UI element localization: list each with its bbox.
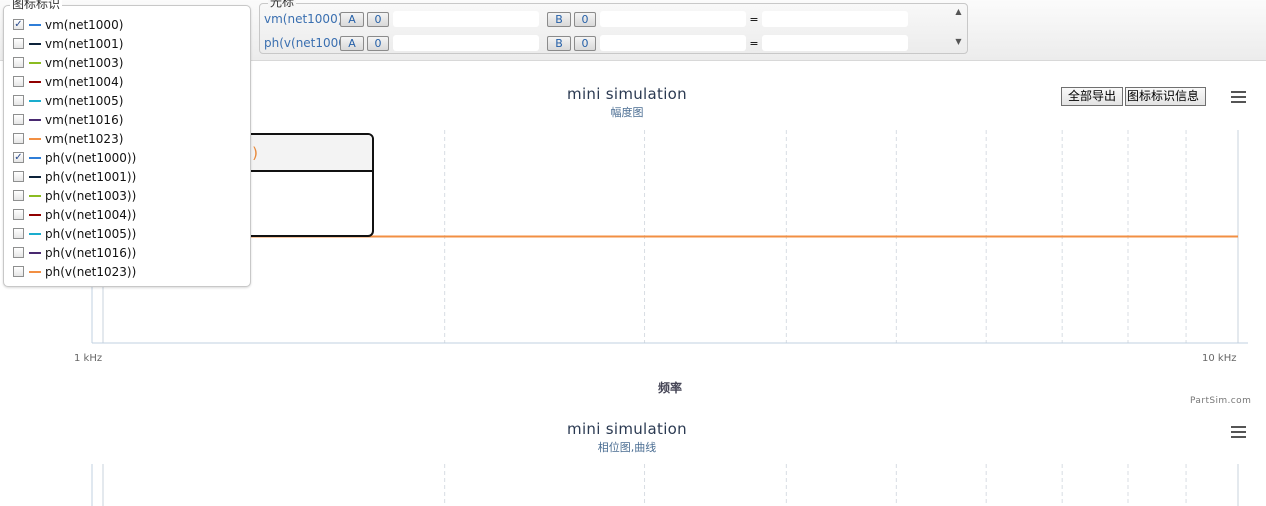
x-tick-label: 10 kHz <box>1202 353 1237 364</box>
legend-item-label: vm(net1005) <box>45 93 124 108</box>
legend-item[interactable]: vm(net1005) <box>12 91 136 110</box>
checkbox-icon[interactable] <box>13 266 24 277</box>
checkbox-icon[interactable] <box>13 209 24 220</box>
checkbox-icon[interactable] <box>13 38 24 49</box>
tooltip-series-name: vm(net1023) <box>232 135 372 172</box>
series-color-swatch <box>29 175 41 178</box>
series-color-swatch <box>29 61 41 64</box>
checkbox-icon[interactable] <box>13 228 24 239</box>
legend-item-label: ph(v(net1004)) <box>45 207 137 222</box>
series-color-swatch <box>29 118 41 121</box>
legend-item-label: ph(v(net1005)) <box>45 226 137 241</box>
x-axis-title: 频率 <box>657 381 682 395</box>
legend-item[interactable]: vm(net1003) <box>12 53 136 72</box>
series-color-swatch <box>29 232 41 235</box>
legend-panel-title: 图标标识 <box>10 0 63 11</box>
legend-item[interactable]: vm(net1004) <box>12 72 136 91</box>
legend-item[interactable]: ph(v(net1005)) <box>12 224 136 243</box>
x-tick-label: 1 kHz <box>74 353 103 364</box>
series-color-swatch <box>29 251 41 254</box>
series-color-swatch <box>29 23 41 26</box>
checkbox-checked-icon[interactable]: ✓ <box>13 19 24 30</box>
checkbox-icon[interactable] <box>13 95 24 106</box>
series-color-swatch <box>29 42 41 45</box>
checkbox-icon[interactable] <box>13 76 24 87</box>
legend-item-label: vm(net1000) <box>45 17 124 32</box>
legend-item[interactable]: vm(net1001) <box>12 34 136 53</box>
legend-item[interactable]: ph(v(net1003)) <box>12 186 136 205</box>
legend-item-label: vm(net1016) <box>45 112 124 127</box>
legend-item-label: ph(v(net1016)) <box>45 245 137 260</box>
legend-item-label: ph(v(net1023)) <box>45 264 137 279</box>
legend-item[interactable]: ✓ vm(net1000) <box>12 15 136 34</box>
legend-item-label: vm(net1023) <box>45 131 124 146</box>
legend-item-label: vm(net1004) <box>45 74 124 89</box>
series-color-swatch <box>29 270 41 273</box>
legend-item-label: vm(net1003) <box>45 55 124 70</box>
chart2-title: mini simulation <box>567 420 687 438</box>
checkbox-icon[interactable] <box>13 190 24 201</box>
checkbox-icon[interactable] <box>13 133 24 144</box>
series-tooltip: vm(net1023) <box>230 133 374 237</box>
credits-link[interactable]: PartSim.com <box>1190 396 1251 406</box>
checkbox-checked-icon[interactable]: ✓ <box>13 152 24 163</box>
checkbox-icon[interactable] <box>13 247 24 258</box>
legend-item[interactable]: vm(net1023) <box>12 129 136 148</box>
series-color-swatch <box>29 99 41 102</box>
series-color-swatch <box>29 194 41 197</box>
series-color-swatch <box>29 213 41 216</box>
legend-item-label: ph(v(net1001)) <box>45 169 137 184</box>
legend-item-label: ph(v(net1000)) <box>45 150 137 165</box>
legend-item[interactable]: ph(v(net1023)) <box>12 262 136 281</box>
chart2-subtitle: 相位图,曲线 <box>597 441 657 454</box>
checkbox-icon[interactable] <box>13 114 24 125</box>
series-color-swatch <box>29 80 41 83</box>
chart2-menu-icon[interactable] <box>1226 421 1250 443</box>
legend-panel: 图标标识 ✓ vm(net1000) vm(net1001) vm(net1003) v… <box>3 0 251 287</box>
checkbox-icon[interactable] <box>13 171 24 182</box>
legend-item-label: vm(net1001) <box>45 36 124 51</box>
legend-item[interactable]: vm(net1016) <box>12 110 136 129</box>
legend-item[interactable]: ph(v(net1016)) <box>12 243 136 262</box>
legend-item[interactable]: ph(v(net1001)) <box>12 167 136 186</box>
legend-list: ✓ vm(net1000) vm(net1001) vm(net1003) vm(net… <box>12 15 136 281</box>
series-color-swatch <box>29 137 41 140</box>
series-color-swatch <box>29 156 41 159</box>
legend-item[interactable]: ph(v(net1004)) <box>12 205 136 224</box>
legend-item-label: ph(v(net1003)) <box>45 188 137 203</box>
chart2-gridlines <box>102 464 1239 506</box>
checkbox-icon[interactable] <box>13 57 24 68</box>
legend-item[interactable]: ✓ ph(v(net1000)) <box>12 148 136 167</box>
